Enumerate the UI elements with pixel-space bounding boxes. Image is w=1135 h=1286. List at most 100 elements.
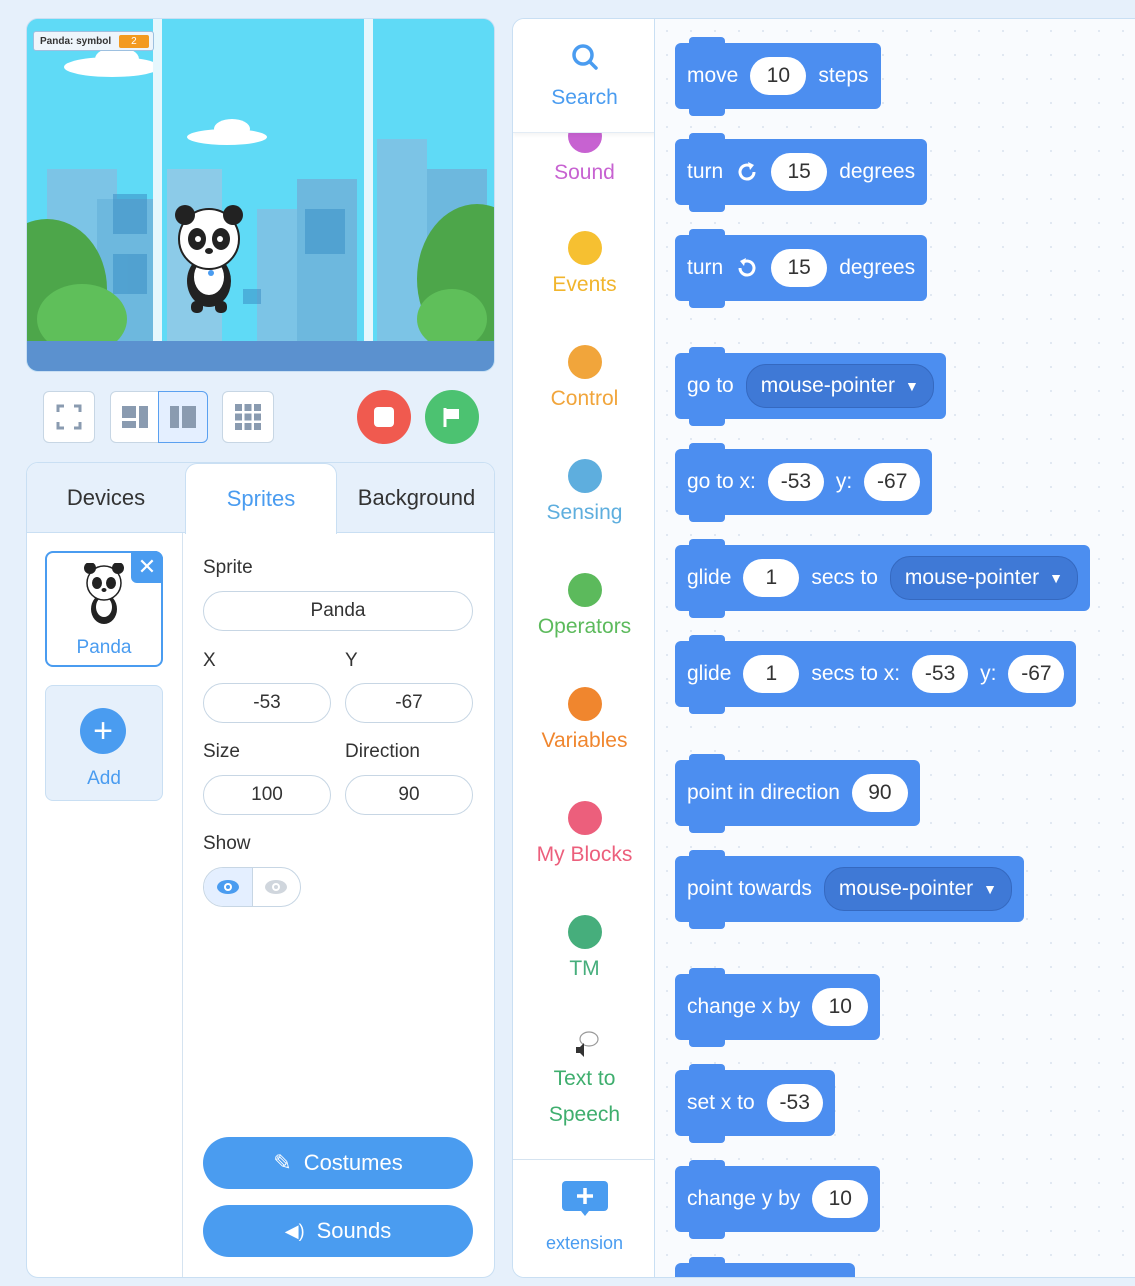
rotate-clockwise-icon bbox=[738, 162, 756, 181]
show-visible-button[interactable] bbox=[204, 868, 253, 906]
grid-view-button[interactable] bbox=[222, 391, 274, 443]
block-change-y-by[interactable]: change y by 10 bbox=[675, 1160, 881, 1239]
close-icon: ✕ bbox=[137, 554, 157, 579]
green-flag-button[interactable] bbox=[425, 390, 479, 444]
block-glide-to-xy[interactable]: glide 1 secs to x: -53 y: -67 bbox=[675, 635, 1077, 714]
degrees-input[interactable]: 15 bbox=[771, 153, 828, 191]
change-y-input[interactable]: 10 bbox=[812, 1180, 869, 1218]
y-input[interactable]: -67 bbox=[1008, 655, 1065, 693]
x-label: X bbox=[203, 650, 216, 671]
category-events[interactable]: Events bbox=[513, 231, 654, 297]
dropdown-value: mouse-pointer bbox=[838, 877, 974, 900]
layout-small-icon bbox=[122, 406, 148, 428]
grid-icon bbox=[235, 404, 261, 430]
add-sprite-button[interactable]: + Add bbox=[45, 685, 163, 801]
sprite-list: ✕ Panda + Add bbox=[27, 533, 183, 1277]
block-turn-left[interactable]: turn 15 degrees bbox=[675, 229, 928, 308]
y-label: Y bbox=[345, 650, 358, 671]
sprite-name-input[interactable]: Panda bbox=[203, 591, 473, 631]
caret-down-icon: ▼ bbox=[904, 378, 919, 394]
panel-tabs: Devices Sprites Background bbox=[27, 463, 494, 534]
delete-sprite-button[interactable]: ✕ bbox=[131, 551, 163, 583]
block-move-steps[interactable]: move 10 steps bbox=[675, 37, 881, 116]
show-hidden-button[interactable] bbox=[253, 868, 301, 906]
direction-label: Direction bbox=[345, 741, 420, 762]
block-go-to[interactable]: go to mouse-pointer ▼ bbox=[675, 347, 946, 426]
change-x-input[interactable]: 10 bbox=[812, 988, 869, 1026]
block-text: point in direction bbox=[687, 781, 840, 804]
search-icon bbox=[571, 44, 598, 70]
fullscreen-button[interactable] bbox=[43, 391, 95, 443]
direction-input[interactable]: 90 bbox=[345, 775, 473, 815]
direction-input[interactable]: 90 bbox=[851, 774, 908, 812]
category-events-label: Events bbox=[552, 273, 617, 296]
tts-label-line2: Speech bbox=[548, 1103, 621, 1126]
block-set-x-to[interactable]: set x to -53 bbox=[675, 1064, 835, 1143]
costume-brush-icon: ✎ bbox=[273, 1150, 292, 1175]
stop-button[interactable] bbox=[357, 390, 411, 444]
tts-label-line1: Text to bbox=[553, 1067, 616, 1090]
stop-icon bbox=[374, 407, 394, 427]
tab-background[interactable]: Background bbox=[337, 463, 494, 533]
block-point-in-direction[interactable]: point in direction 90 bbox=[675, 754, 920, 833]
sprite-thumbnail-panda[interactable]: ✕ Panda bbox=[45, 551, 163, 667]
goto-target-dropdown[interactable]: mouse-pointer ▼ bbox=[745, 364, 934, 408]
category-tm[interactable]: TM bbox=[513, 915, 654, 981]
secs-input[interactable]: 1 bbox=[743, 559, 800, 597]
set-x-input[interactable]: -53 bbox=[766, 1084, 823, 1122]
normal-stage-button[interactable] bbox=[158, 391, 208, 443]
size-input[interactable]: 100 bbox=[203, 775, 331, 815]
block-text: point towards bbox=[687, 877, 812, 900]
add-extension-icon bbox=[561, 1181, 608, 1216]
costumes-label: Costumes bbox=[303, 1150, 403, 1175]
x-input[interactable]: -53 bbox=[767, 463, 824, 501]
category-search[interactable]: Search bbox=[513, 19, 654, 133]
block-go-to-xy[interactable]: go to x: -53 y: -67 bbox=[675, 443, 933, 522]
caret-down-icon: ▼ bbox=[1049, 570, 1063, 586]
speech-bubble-icon bbox=[575, 1031, 599, 1057]
steps-input[interactable]: 10 bbox=[750, 57, 807, 95]
sprite-name-label: Sprite bbox=[203, 557, 253, 578]
stage-backdrop bbox=[27, 19, 494, 343]
caret-down-icon: ▼ bbox=[983, 881, 997, 897]
degrees-input[interactable]: 15 bbox=[771, 249, 828, 287]
category-text-to-speech[interactable]: Text to Speech bbox=[513, 1027, 654, 1127]
sensing-dot-icon bbox=[567, 459, 602, 493]
glide-target-dropdown[interactable]: mouse-pointer ▼ bbox=[889, 556, 1078, 600]
control-dot-icon bbox=[567, 345, 602, 379]
secs-input[interactable]: 1 bbox=[743, 655, 800, 693]
block-text: glide bbox=[687, 566, 732, 589]
small-stage-button[interactable] bbox=[110, 391, 160, 443]
category-tm-label: TM bbox=[569, 957, 600, 980]
category-sensing[interactable]: Sensing bbox=[513, 459, 654, 525]
category-myblocks-label: My Blocks bbox=[536, 843, 633, 866]
block-partial[interactable] bbox=[675, 1257, 855, 1277]
block-text: degrees bbox=[839, 160, 916, 183]
block-text: secs to x: bbox=[811, 662, 901, 685]
x-input[interactable]: -53 bbox=[203, 683, 331, 723]
variable-monitor: Panda: symbol 2 bbox=[33, 31, 154, 51]
tab-sprites[interactable]: Sprites bbox=[185, 463, 337, 534]
stage[interactable]: Panda: symbol 2 bbox=[26, 18, 495, 372]
block-change-x-by[interactable]: change x by 10 bbox=[675, 968, 881, 1047]
category-variables[interactable]: Variables bbox=[513, 687, 654, 753]
towards-target-dropdown[interactable]: mouse-pointer ▼ bbox=[823, 867, 1012, 911]
variable-monitor-label: Panda: symbol bbox=[40, 35, 112, 47]
search-label: Search bbox=[551, 86, 618, 109]
add-extension-button[interactable]: extension bbox=[513, 1159, 654, 1277]
block-text: degrees bbox=[839, 256, 916, 279]
block-point-towards[interactable]: point towards mouse-pointer ▼ bbox=[675, 850, 1024, 929]
category-operators[interactable]: Operators bbox=[513, 573, 654, 639]
y-input[interactable]: -67 bbox=[864, 463, 921, 501]
block-palette[interactable]: move 10 steps turn 15 degrees turn 15 de… bbox=[655, 18, 1135, 1278]
costumes-button[interactable]: ✎ Costumes bbox=[203, 1137, 473, 1189]
category-control[interactable]: Control bbox=[513, 345, 654, 411]
category-my-blocks[interactable]: My Blocks bbox=[513, 801, 654, 867]
x-input[interactable]: -53 bbox=[912, 655, 969, 693]
block-turn-right[interactable]: turn 15 degrees bbox=[675, 133, 928, 212]
category-sensing-label: Sensing bbox=[546, 501, 623, 524]
y-input[interactable]: -67 bbox=[345, 683, 473, 723]
sounds-button[interactable]: ◀) Sounds bbox=[203, 1205, 473, 1257]
block-glide-to[interactable]: glide 1 secs to mouse-pointer ▼ bbox=[675, 539, 1090, 618]
tab-devices[interactable]: Devices bbox=[27, 463, 185, 533]
